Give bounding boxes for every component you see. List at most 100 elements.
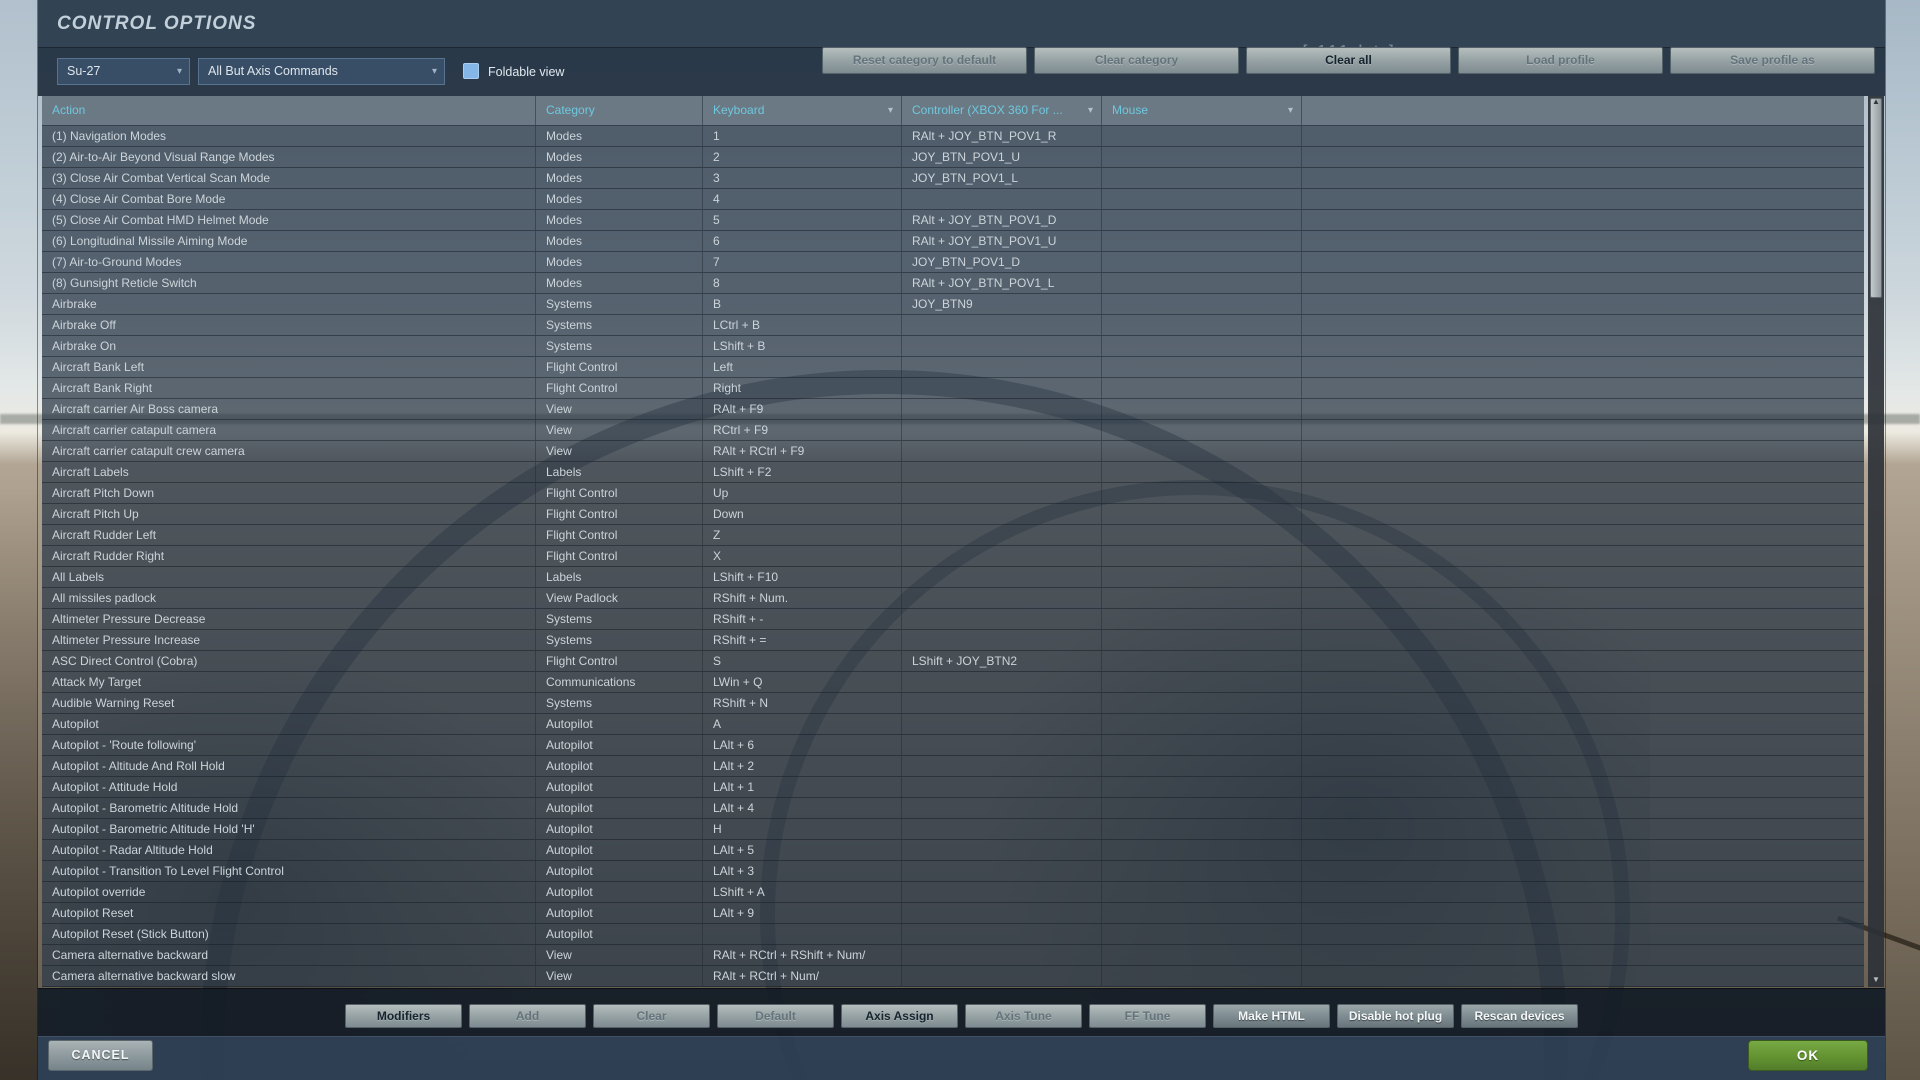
keyboard-cell[interactable]: RAlt + RCtrl + RShift + Num/ (702, 945, 901, 965)
table-row[interactable]: Autopilot - Barometric Altitude Hold 'H'… (42, 819, 1864, 840)
controller-cell[interactable] (901, 756, 1101, 776)
category-cell[interactable]: Autopilot (535, 714, 702, 734)
mouse-cell[interactable] (1101, 861, 1301, 881)
keyboard-cell[interactable]: 8 (702, 273, 901, 293)
controller-cell[interactable] (901, 378, 1101, 398)
action-cell[interactable]: Autopilot - Barometric Altitude Hold 'H' (42, 819, 535, 839)
mouse-cell[interactable] (1101, 504, 1301, 524)
table-row[interactable]: Autopilot - Attitude Hold Autopilot LAlt +… (42, 777, 1864, 798)
action-cell[interactable]: Airbrake (42, 294, 535, 314)
keyboard-cell[interactable]: 7 (702, 252, 901, 272)
mouse-cell[interactable] (1101, 210, 1301, 230)
category-cell[interactable]: Modes (535, 147, 702, 167)
action-cell[interactable]: Aircraft carrier catapult crew camera (42, 441, 535, 461)
mouse-cell[interactable] (1101, 336, 1301, 356)
action-cell[interactable]: Airbrake Off (42, 315, 535, 335)
controller-cell[interactable] (901, 966, 1101, 986)
table-row[interactable]: Autopilot Reset Autopilot LAlt + 9 (42, 903, 1864, 924)
action-cell[interactable]: Autopilot - Attitude Hold (42, 777, 535, 797)
table-row[interactable]: Aircraft Pitch Down Flight Control Up (42, 483, 1864, 504)
keyboard-cell[interactable]: LAlt + 3 (702, 861, 901, 881)
action-cell[interactable]: (7) Air-to-Ground Modes (42, 252, 535, 272)
action-cell[interactable]: (3) Close Air Combat Vertical Scan Mode (42, 168, 535, 188)
category-cell[interactable]: Autopilot (535, 882, 702, 902)
category-cell[interactable]: Modes (535, 168, 702, 188)
mouse-cell[interactable] (1101, 315, 1301, 335)
controller-cell[interactable] (901, 504, 1101, 524)
action-cell[interactable]: (4) Close Air Combat Bore Mode (42, 189, 535, 209)
category-cell[interactable]: Systems (535, 630, 702, 650)
mouse-cell[interactable] (1101, 378, 1301, 398)
action-cell[interactable]: Aircraft Bank Left (42, 357, 535, 377)
table-row[interactable]: Autopilot - Transition To Level Flight C… (42, 861, 1864, 882)
controller-cell[interactable] (901, 882, 1101, 902)
filter-chevron-down-icon[interactable]: ▾ (888, 96, 893, 125)
category-filter-select[interactable]: All But Axis Commands ▾ (198, 58, 445, 85)
controller-cell[interactable] (901, 693, 1101, 713)
category-cell[interactable]: View (535, 399, 702, 419)
action-cell[interactable]: Autopilot Reset (Stick Button) (42, 924, 535, 944)
action-cell[interactable]: Autopilot - Barometric Altitude Hold (42, 798, 535, 818)
keyboard-cell[interactable]: 2 (702, 147, 901, 167)
controller-cell[interactable] (901, 630, 1101, 650)
category-cell[interactable]: Communications (535, 672, 702, 692)
action-cell[interactable]: Camera alternative backward slow (42, 966, 535, 986)
controller-cell[interactable] (901, 315, 1101, 335)
keyboard-cell[interactable]: RShift + = (702, 630, 901, 650)
category-cell[interactable]: Autopilot (535, 819, 702, 839)
category-cell[interactable]: Modes (535, 210, 702, 230)
mouse-cell[interactable] (1101, 357, 1301, 377)
keyboard-cell[interactable]: RAlt + RCtrl + Num/ (702, 966, 901, 986)
table-row[interactable]: (6) Longitudinal Missile Aiming Mode Mode… (42, 231, 1864, 252)
foldable-view-checkbox[interactable] (463, 63, 479, 79)
keyboard-cell[interactable]: LAlt + 9 (702, 903, 901, 923)
keyboard-cell[interactable]: 1 (702, 126, 901, 146)
mouse-cell[interactable] (1101, 189, 1301, 209)
action-cell[interactable]: (6) Longitudinal Missile Aiming Mode (42, 231, 535, 251)
mouse-cell[interactable] (1101, 546, 1301, 566)
category-cell[interactable]: View (535, 420, 702, 440)
mouse-cell[interactable] (1101, 231, 1301, 251)
category-cell[interactable]: Labels (535, 567, 702, 587)
keyboard-cell[interactable]: LShift + A (702, 882, 901, 902)
controller-cell[interactable] (901, 441, 1101, 461)
table-row[interactable]: All Labels Labels LShift + F10 (42, 567, 1864, 588)
controller-cell[interactable] (901, 588, 1101, 608)
table-row[interactable]: Altimeter Pressure Increase Systems RShift… (42, 630, 1864, 651)
keyboard-cell[interactable]: LAlt + 1 (702, 777, 901, 797)
action-cell[interactable]: Aircraft Rudder Left (42, 525, 535, 545)
controller-cell[interactable] (901, 924, 1101, 944)
controller-cell[interactable] (901, 420, 1101, 440)
controller-cell[interactable] (901, 777, 1101, 797)
controller-cell[interactable]: RAlt + JOY_BTN_POV1_U (901, 231, 1101, 251)
controller-cell[interactable] (901, 336, 1101, 356)
column-header-category[interactable]: Category (535, 96, 702, 125)
table-row[interactable]: (3) Close Air Combat Vertical Scan Mode M… (42, 168, 1864, 189)
keyboard-cell[interactable]: RCtrl + F9 (702, 420, 901, 440)
keyboard-cell[interactable]: 6 (702, 231, 901, 251)
table-row[interactable]: (1) Navigation Modes Modes 1 RAlt + JOY_BTN… (42, 126, 1864, 147)
action-cell[interactable]: Airbrake On (42, 336, 535, 356)
keyboard-cell[interactable]: Left (702, 357, 901, 377)
table-row[interactable]: Autopilot - Altitude And Roll Hold Autopi… (42, 756, 1864, 777)
action-cell[interactable]: Aircraft Pitch Down (42, 483, 535, 503)
mouse-cell[interactable] (1101, 903, 1301, 923)
column-header-mouse[interactable]: Mouse ▾ (1101, 96, 1301, 125)
keyboard-cell[interactable]: RAlt + F9 (702, 399, 901, 419)
button-disable-hot-plug[interactable]: Disable hot plug (1337, 1004, 1454, 1028)
table-row[interactable]: Autopilot Reset (Stick Button) Autopilot (42, 924, 1864, 945)
table-row[interactable]: Aircraft Rudder Right Flight Control X (42, 546, 1864, 567)
table-row[interactable]: (7) Air-to-Ground Modes Modes 7 JOY_BTN_POV… (42, 252, 1864, 273)
controller-cell[interactable] (901, 798, 1101, 818)
keyboard-cell[interactable]: 3 (702, 168, 901, 188)
table-row[interactable]: Camera alternative backward slow View RAlt… (42, 966, 1864, 987)
mouse-cell[interactable] (1101, 609, 1301, 629)
mouse-cell[interactable] (1101, 651, 1301, 671)
button-make-html[interactable]: Make HTML (1213, 1004, 1330, 1028)
keyboard-cell[interactable]: S (702, 651, 901, 671)
table-row[interactable]: Aircraft Bank Right Flight Control Right (42, 378, 1864, 399)
table-row[interactable]: Camera alternative backward View RAlt + RC… (42, 945, 1864, 966)
controller-cell[interactable] (901, 840, 1101, 860)
table-row[interactable]: All missiles padlock View Padlock RShift +… (42, 588, 1864, 609)
aircraft-select[interactable]: Su-27 ▾ (57, 58, 190, 85)
